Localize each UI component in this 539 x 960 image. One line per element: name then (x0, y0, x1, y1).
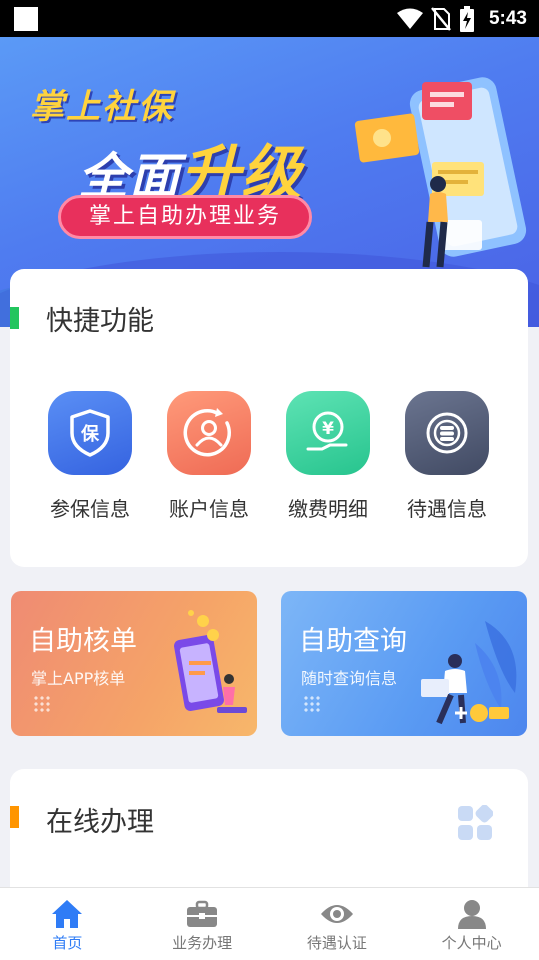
insurance-shield-icon: 保 (48, 391, 132, 475)
eye-icon (320, 905, 353, 923)
grid-apps-icon[interactable] (457, 805, 493, 841)
quick-item-label: 待遇信息 (407, 497, 487, 521)
quick-item-payment[interactable]: ¥ 缴费明细 (273, 391, 383, 522)
battery-charging-icon (459, 6, 474, 32)
banner-pill: 掌上自助办理业务 (58, 195, 312, 239)
quick-item-benefit[interactable]: 待遇信息 (392, 391, 502, 522)
svg-text:保: 保 (80, 423, 100, 445)
nav-profile[interactable]: 个人中心 (404, 888, 539, 960)
banner-title: 掌上社保 (30, 87, 174, 127)
nav-business[interactable]: 业务办理 (135, 888, 270, 960)
section-accent-bar (10, 307, 19, 329)
dot-pattern (33, 695, 51, 713)
self-query-tile[interactable]: 自助查询 随时查询信息 (281, 591, 527, 736)
promo-subtitle: 掌上APP核单 (31, 669, 126, 688)
nav-home[interactable]: 首页 (0, 888, 135, 960)
quick-functions-card: 快捷功能 保 参保信息 账户信息 ¥ 缴费明细 待遇信息 (10, 269, 528, 567)
status-icons: 5:43 (396, 6, 527, 32)
nav-benefit-verification[interactable]: 待遇认证 (270, 888, 405, 960)
person-icon (457, 900, 486, 929)
quick-item-label: 缴费明细 (288, 497, 368, 521)
section-title: 快捷功能 (46, 306, 154, 337)
clock: 5:43 (488, 8, 527, 29)
benefit-coins-icon (405, 391, 489, 475)
notification-icon (14, 7, 38, 31)
briefcase-icon (187, 900, 218, 927)
status-bar: 5:43 (0, 0, 539, 37)
phone-coins-illustration (174, 610, 247, 713)
bottom-nav: 首页 业务办理 待遇认证 个人中心 (0, 887, 539, 960)
self-check-tile[interactable]: 自助核单 掌上APP核单 (11, 591, 257, 736)
promo-subtitle: 随时查询信息 (301, 669, 398, 688)
quick-item-insurance[interactable]: 保 参保信息 (35, 391, 145, 522)
nav-label: 首页 (52, 934, 83, 952)
payment-yen-icon: ¥ (286, 391, 370, 475)
promo-title: 自助核单 (29, 626, 137, 657)
quick-item-label: 账户信息 (169, 497, 249, 521)
section-title: 在线办理 (46, 807, 154, 838)
section-accent-bar (10, 806, 19, 828)
banner-phone-illustration (354, 77, 527, 268)
no-sim-icon (431, 7, 451, 31)
account-user-icon (167, 391, 251, 475)
nav-label: 业务办理 (172, 934, 233, 952)
laptop-person-illustration (421, 621, 517, 725)
quick-item-label: 参保信息 (50, 497, 130, 521)
home-icon (52, 900, 83, 928)
quick-item-account[interactable]: 账户信息 (154, 391, 264, 522)
wifi-icon (396, 8, 423, 29)
promo-title: 自助查询 (299, 626, 407, 657)
dot-pattern (303, 695, 321, 713)
svg-text:¥: ¥ (322, 419, 334, 439)
nav-label: 个人中心 (441, 934, 502, 952)
nav-label: 待遇认证 (306, 934, 367, 952)
